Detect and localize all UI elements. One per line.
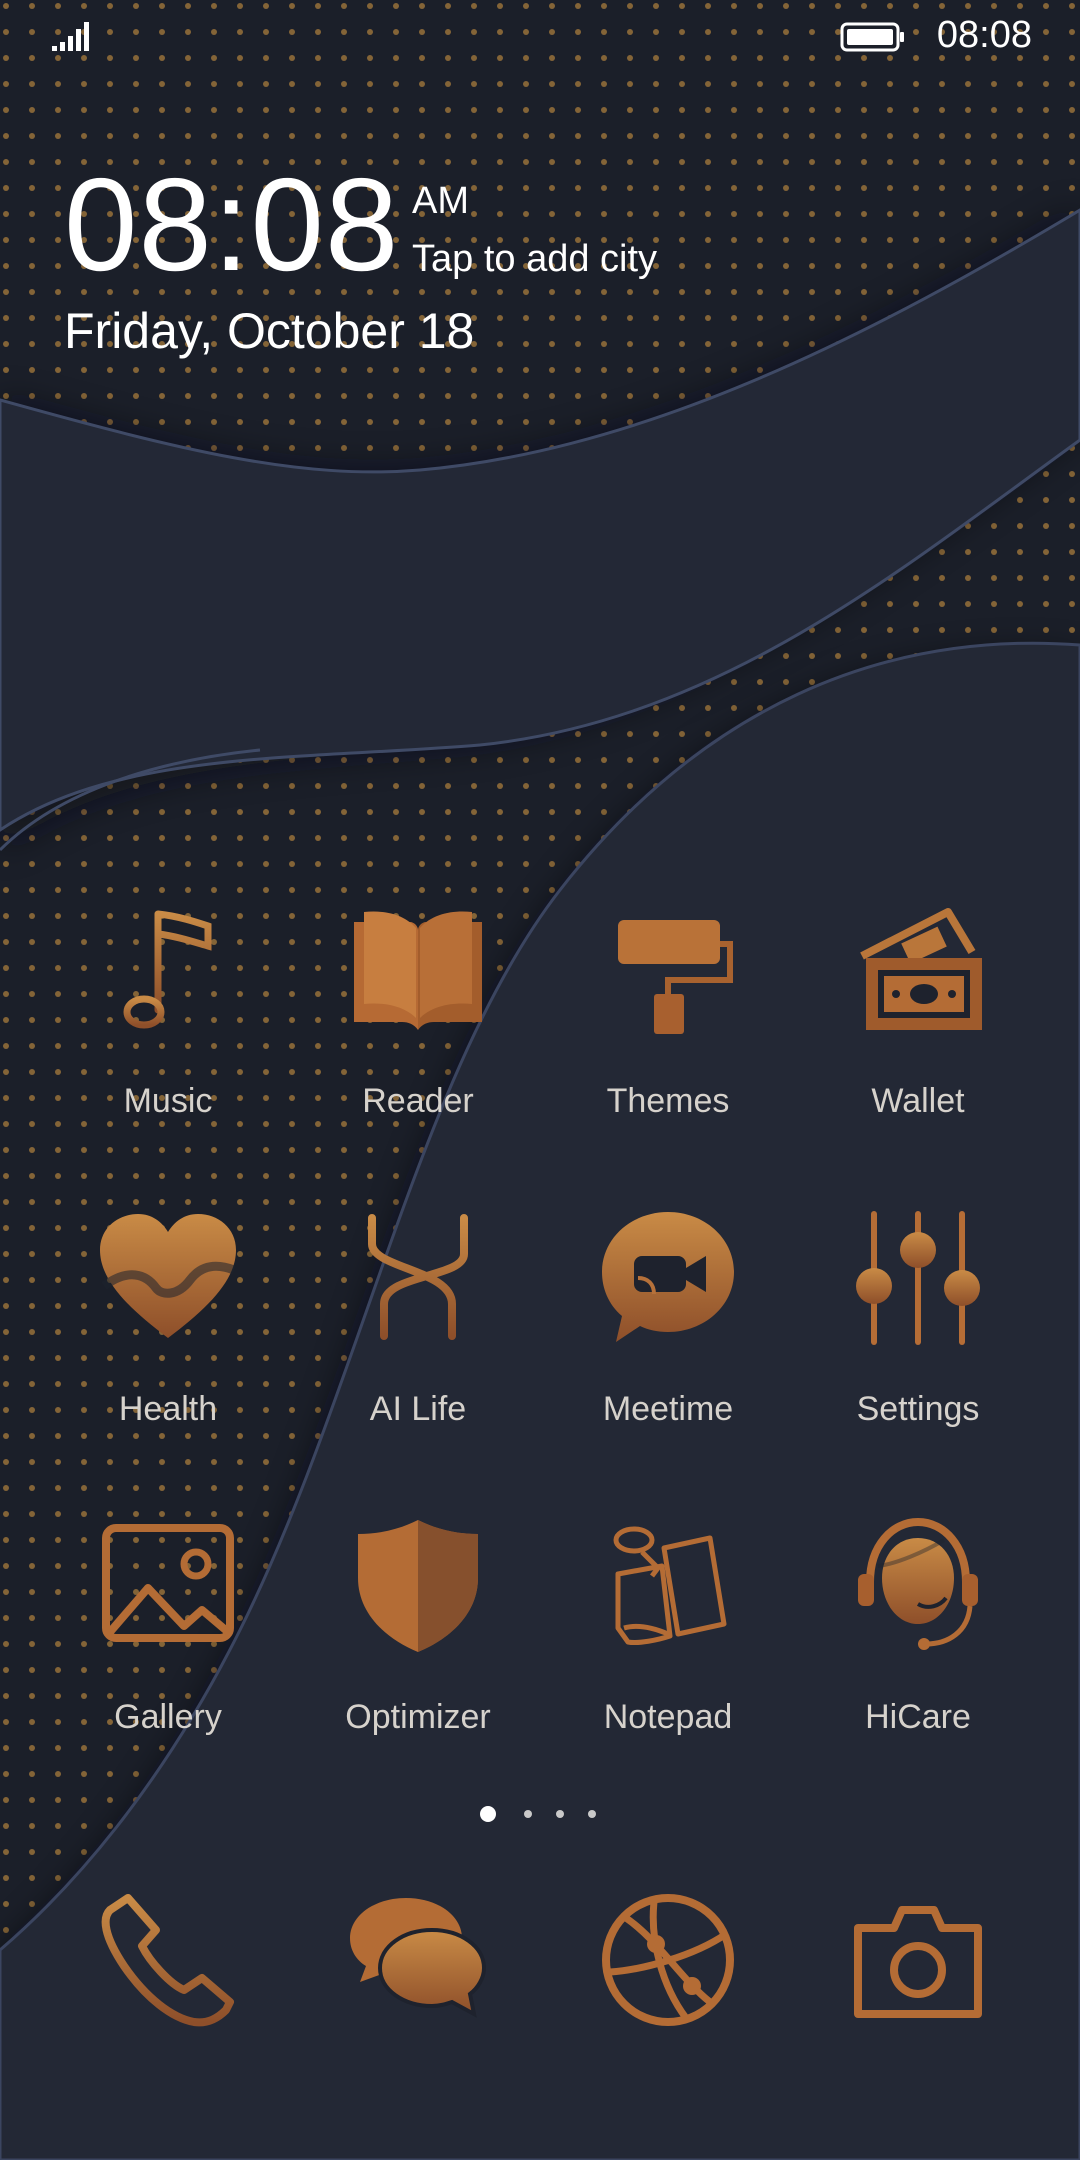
wallet-icon bbox=[860, 908, 982, 1030]
app-label: Wallet bbox=[871, 1082, 965, 1120]
app-gallery[interactable]: Gallery bbox=[50, 1516, 270, 1756]
browser-icon bbox=[602, 1894, 734, 2026]
sliders-icon bbox=[856, 1211, 980, 1345]
heart-icon bbox=[100, 1214, 236, 1338]
dock-phone[interactable] bbox=[50, 1890, 270, 2070]
support-agent-icon bbox=[858, 1517, 978, 1650]
dock-messages[interactable] bbox=[300, 1890, 520, 2070]
app-ai-life[interactable]: AI Life bbox=[300, 1208, 520, 1448]
page-dot[interactable] bbox=[556, 1810, 564, 1818]
dock-camera[interactable] bbox=[800, 1890, 1020, 2070]
status-time: 08:08 bbox=[936, 14, 1032, 56]
dock-browser[interactable] bbox=[550, 1890, 770, 2070]
app-label: Settings bbox=[856, 1390, 980, 1428]
app-health[interactable]: Health bbox=[50, 1208, 270, 1448]
music-note-icon bbox=[123, 910, 212, 1029]
app-label: HiCare bbox=[865, 1698, 971, 1736]
app-optimizer[interactable]: Optimizer bbox=[300, 1516, 520, 1756]
app-label: Music bbox=[123, 1082, 213, 1120]
signal-icon bbox=[52, 22, 89, 51]
page-dot[interactable] bbox=[524, 1810, 532, 1818]
app-label: Meetime bbox=[602, 1390, 734, 1428]
phone-icon bbox=[101, 1894, 234, 2027]
messages-icon bbox=[350, 1898, 487, 2018]
page-dot-active[interactable] bbox=[480, 1806, 496, 1822]
app-label: Optimizer bbox=[345, 1698, 491, 1736]
video-chat-icon bbox=[602, 1212, 734, 1342]
clock-widget[interactable]: 08:08 AM Tap to add city Friday, October… bbox=[64, 150, 764, 380]
notepad-icon bbox=[613, 1526, 727, 1645]
page-indicator[interactable] bbox=[480, 1804, 600, 1824]
page-dot[interactable] bbox=[588, 1810, 596, 1818]
app-label: Health bbox=[118, 1390, 218, 1428]
app-label: Themes bbox=[606, 1082, 730, 1120]
add-city-link[interactable]: Tap to add city bbox=[412, 238, 657, 281]
status-bar: 08:08 bbox=[0, 0, 1080, 72]
clock-period: AM bbox=[412, 180, 469, 222]
clock-time[interactable]: 08:08 bbox=[64, 150, 399, 300]
app-themes[interactable]: Themes bbox=[550, 900, 770, 1140]
book-icon bbox=[354, 911, 482, 1030]
app-label: Notepad bbox=[603, 1698, 733, 1736]
image-icon bbox=[102, 1524, 234, 1642]
app-label: Reader bbox=[362, 1082, 474, 1120]
dock bbox=[0, 1890, 1080, 2070]
shield-icon bbox=[358, 1520, 478, 1652]
ai-life-icon bbox=[368, 1214, 468, 1340]
app-notepad[interactable]: Notepad bbox=[550, 1516, 770, 1756]
camera-icon bbox=[854, 1906, 982, 2018]
app-music[interactable]: Music bbox=[50, 900, 270, 1140]
app-settings[interactable]: Settings bbox=[800, 1208, 1020, 1448]
app-label: Gallery bbox=[114, 1698, 222, 1736]
app-label: AI Life bbox=[369, 1390, 467, 1428]
app-reader[interactable]: Reader bbox=[300, 900, 520, 1140]
app-meetime[interactable]: Meetime bbox=[550, 1208, 770, 1448]
battery-full-icon bbox=[840, 22, 904, 52]
paint-roller-icon bbox=[618, 920, 733, 1034]
app-wallet[interactable]: Wallet bbox=[800, 900, 1020, 1140]
clock-date[interactable]: Friday, October 18 bbox=[64, 302, 474, 360]
app-hicare[interactable]: HiCare bbox=[800, 1516, 1020, 1756]
